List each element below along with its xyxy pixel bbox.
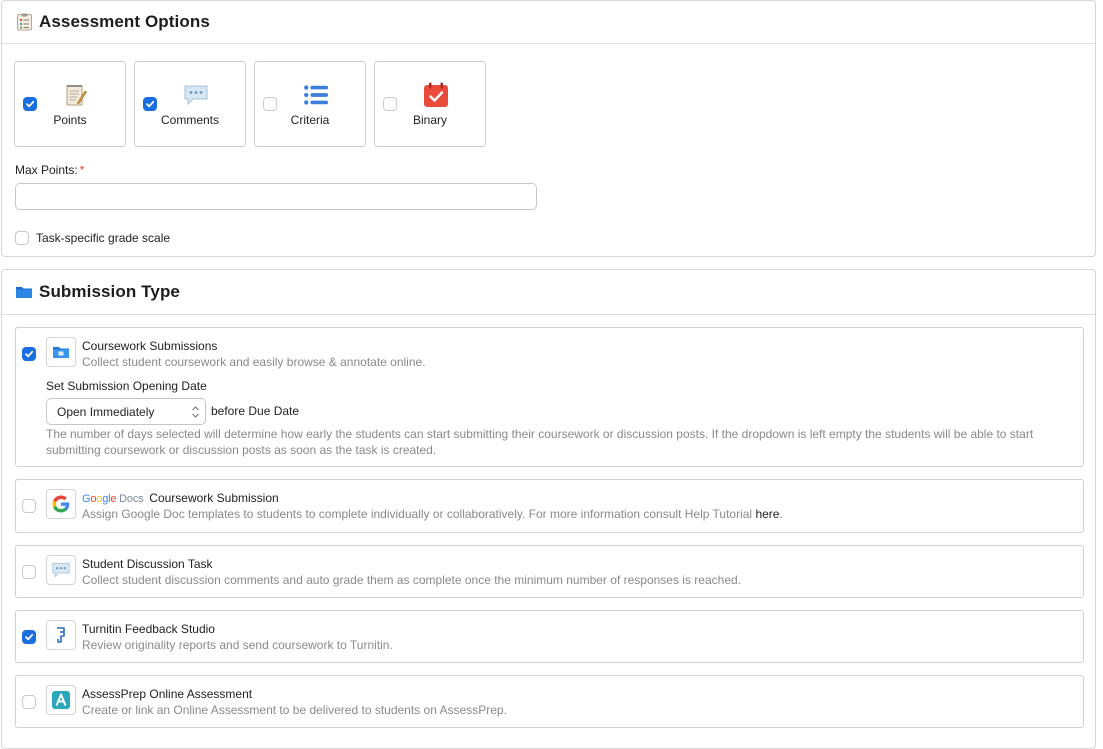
before-due-date-text: before Due Date bbox=[211, 404, 300, 418]
grade-scale-checkbox[interactable] bbox=[15, 231, 29, 245]
binary-label: Binary bbox=[412, 113, 447, 127]
criteria-checkbox[interactable] bbox=[263, 97, 277, 111]
assessprep-title: AssessPrep Online Assessment bbox=[82, 687, 253, 701]
max-points-input[interactable] bbox=[15, 183, 537, 210]
turnitin-card: Turnitin Feedback Studio Review original… bbox=[15, 610, 1084, 663]
google-docs-card: Google Docs Coursework Submission Assign… bbox=[15, 479, 1084, 533]
submission-type-title: Submission Type bbox=[39, 282, 180, 301]
discussion-checkbox[interactable] bbox=[22, 565, 36, 579]
assessment-options-header: Assessment Options bbox=[2, 1, 1095, 44]
option-criteria-tile[interactable]: Criteria bbox=[254, 61, 366, 147]
comments-label: Comments bbox=[160, 113, 219, 127]
select-arrows-icon bbox=[192, 406, 199, 418]
opening-date-help: The number of days selected will determi… bbox=[46, 427, 1034, 457]
google-docs-description-text: Assign Google Doc templates to students … bbox=[82, 507, 753, 521]
option-binary-tile[interactable]: Binary bbox=[374, 61, 486, 147]
google-docs-description-suffix: . bbox=[779, 507, 783, 521]
turnitin-description: Review originality reports and send cour… bbox=[82, 638, 393, 652]
calendar-check-icon bbox=[423, 82, 449, 108]
bullet-list-icon bbox=[303, 82, 329, 108]
max-points-label-text: Max Points: bbox=[15, 163, 78, 177]
turnitin-icon bbox=[46, 620, 76, 650]
coursework-checkbox[interactable] bbox=[22, 347, 36, 361]
turnitin-checkbox[interactable] bbox=[22, 630, 36, 644]
clipboard-list-icon bbox=[15, 13, 33, 31]
submission-type-header: Submission Type bbox=[2, 270, 1095, 315]
google-logo-text: Google bbox=[82, 493, 117, 505]
google-docs-logo: Google Docs bbox=[82, 493, 146, 505]
submission-type-panel: Submission Type Coursework Submissions C… bbox=[1, 269, 1096, 749]
assessprep-card: AssessPrep Online Assessment Create or l… bbox=[15, 675, 1084, 728]
binary-checkbox[interactable] bbox=[383, 97, 397, 111]
option-comments-tile[interactable]: Comments bbox=[134, 61, 246, 147]
speech-bubble-icon bbox=[46, 555, 76, 585]
criteria-label: Criteria bbox=[290, 113, 330, 127]
coursework-submissions-card: Coursework Submissions Collect student c… bbox=[15, 327, 1084, 467]
google-g-icon bbox=[46, 489, 76, 519]
google-docs-title-row: Google Docs Coursework Submission bbox=[82, 491, 279, 505]
assessment-options-title: Assessment Options bbox=[39, 12, 210, 31]
discussion-description: Collect student discussion comments and … bbox=[82, 573, 742, 587]
grade-scale-label: Task-specific grade scale bbox=[36, 231, 171, 245]
folder-blue-icon bbox=[46, 337, 76, 367]
grade-scale-row[interactable]: Task-specific grade scale bbox=[15, 231, 170, 245]
google-docs-checkbox[interactable] bbox=[22, 499, 36, 513]
opening-date-label: Set Submission Opening Date bbox=[46, 379, 207, 393]
discussion-title: Student Discussion Task bbox=[82, 557, 213, 571]
turnitin-title: Turnitin Feedback Studio bbox=[82, 622, 215, 636]
assessprep-checkbox[interactable] bbox=[22, 695, 36, 709]
assessprep-a-icon bbox=[46, 685, 76, 715]
coursework-title: Coursework Submissions bbox=[82, 339, 218, 353]
google-docs-title: Coursework Submission bbox=[149, 491, 279, 505]
docs-logo-text: Docs bbox=[119, 493, 144, 505]
option-points-tile[interactable]: Points bbox=[14, 61, 126, 147]
points-label: Points bbox=[53, 113, 87, 127]
comments-checkbox[interactable] bbox=[143, 97, 157, 111]
required-mark: * bbox=[79, 163, 85, 177]
student-discussion-card: Student Discussion Task Collect student … bbox=[15, 545, 1084, 598]
coursework-description: Collect student coursework and easily br… bbox=[82, 355, 426, 369]
speech-bubble-icon bbox=[183, 82, 209, 108]
help-tutorial-link[interactable]: here bbox=[755, 507, 779, 521]
opening-date-select[interactable]: Open Immediately bbox=[46, 398, 206, 425]
points-checkbox[interactable] bbox=[23, 97, 37, 111]
assessprep-description: Create or link an Online Assessment to b… bbox=[82, 703, 507, 717]
assessment-options-panel: Assessment Options Points Comments Crite… bbox=[1, 0, 1096, 257]
opening-date-select-value: Open Immediately bbox=[57, 404, 155, 419]
google-docs-description: Assign Google Doc templates to students … bbox=[82, 507, 783, 521]
folder-icon bbox=[15, 283, 33, 301]
max-points-label: Max Points: * bbox=[15, 163, 84, 177]
notepad-pencil-icon bbox=[63, 82, 89, 108]
